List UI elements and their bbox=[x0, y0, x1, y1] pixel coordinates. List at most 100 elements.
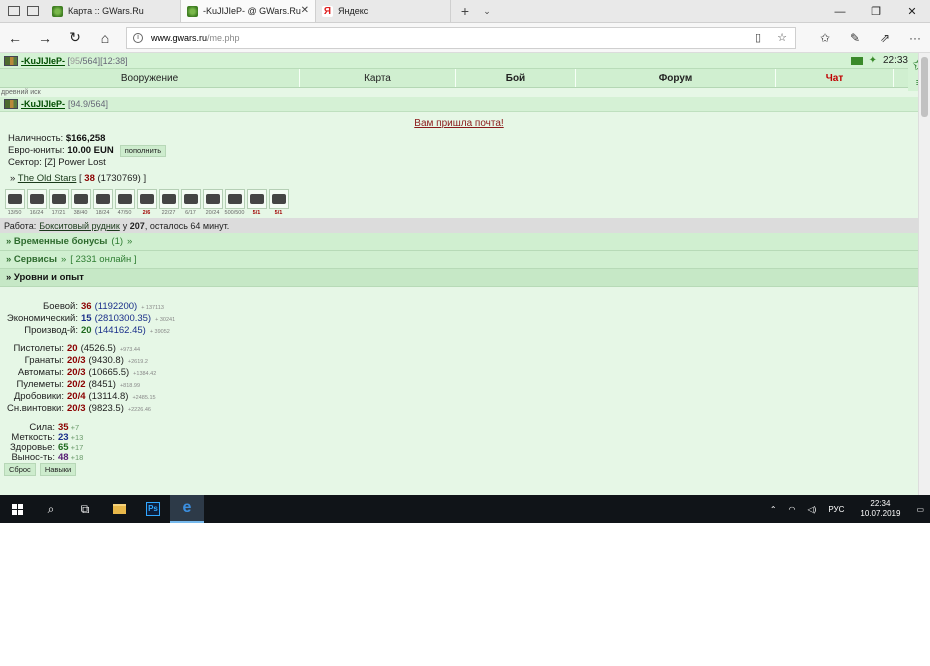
menu-chat[interactable]: Чат bbox=[776, 69, 894, 87]
close-window-icon[interactable]: ✕ bbox=[894, 0, 930, 23]
reading-view-icon[interactable]: ▯ bbox=[751, 31, 765, 44]
leaf-icon: ✦ bbox=[868, 55, 877, 66]
tab-map[interactable]: Карта :: GWars.Ru bbox=[46, 0, 181, 22]
equipment-item[interactable]: 17/21 bbox=[48, 189, 69, 218]
equipment-item[interactable]: 22/27 bbox=[158, 189, 179, 218]
stat-value: 36 bbox=[81, 301, 92, 312]
refresh-icon[interactable]: ↻ bbox=[60, 29, 90, 46]
equipment-item[interactable]: 2/6 bbox=[136, 189, 157, 218]
equipment-item[interactable]: 18/24 bbox=[92, 189, 113, 218]
menu-battle[interactable]: Бой bbox=[456, 69, 576, 87]
share-icon[interactable]: ⇗ bbox=[870, 31, 900, 45]
tab-title: -KuJIJIeP- @ GWars.Ru bbox=[203, 6, 301, 16]
equipment-item[interactable]: 20/24 bbox=[202, 189, 223, 218]
nick-link[interactable]: -KuJIJIeP- bbox=[21, 56, 65, 66]
item-durability: 6/17 bbox=[185, 210, 196, 216]
close-tab-icon[interactable]: ✕ bbox=[301, 5, 309, 16]
scrollbar[interactable] bbox=[918, 53, 930, 495]
skill-row: Сн.винтовки: 20/3 (9823.5) +2226.46 bbox=[2, 403, 151, 414]
levels-section[interactable]: » Уровни и опыт bbox=[0, 269, 918, 287]
favorites-icon[interactable]: ✩ bbox=[810, 31, 840, 45]
url-input[interactable]: i www.gwars.ru/me.php ▯ ☆ bbox=[126, 26, 796, 49]
camo-cloak-icon bbox=[227, 194, 242, 204]
forward-arrow-icon[interactable]: → bbox=[30, 30, 60, 46]
item-slot[interactable] bbox=[114, 189, 135, 209]
restore-icon[interactable]: ❐ bbox=[858, 0, 894, 23]
item-slot[interactable] bbox=[26, 189, 47, 209]
menu-map[interactable]: Карта bbox=[300, 69, 456, 87]
tab-preview-icon[interactable] bbox=[7, 6, 20, 16]
favorite-star-icon[interactable]: ☆ bbox=[775, 31, 789, 44]
chevron-down-icon[interactable]: ⌄ bbox=[477, 0, 497, 22]
volume-icon[interactable]: ◁) bbox=[808, 505, 817, 514]
reset-button[interactable]: Сброс bbox=[4, 463, 36, 476]
menu-forum[interactable]: Форум bbox=[576, 69, 776, 87]
stat-gain: +818.99 bbox=[119, 383, 141, 389]
refill-button[interactable]: пополнить bbox=[119, 144, 167, 157]
info-icon[interactable]: i bbox=[133, 32, 143, 43]
more-icon[interactable]: ··· bbox=[900, 31, 930, 45]
task-view-icon[interactable]: ⧉ bbox=[68, 495, 102, 523]
notifications-icon[interactable]: ▭ bbox=[916, 505, 924, 514]
start-button[interactable] bbox=[0, 495, 34, 523]
phone-icon bbox=[161, 194, 176, 204]
item-slot[interactable] bbox=[202, 189, 223, 209]
back-arrow-icon[interactable]: ← bbox=[0, 30, 30, 46]
search-icon[interactable]: ⌕ bbox=[34, 495, 68, 523]
tab-profile[interactable]: -KuJIJIeP- @ GWars.Ru ✕ bbox=[181, 0, 316, 22]
services-section[interactable]: » Сервисы»[ 2331 онлайн ] bbox=[0, 251, 918, 269]
mail-link[interactable]: Вам пришла почта! bbox=[414, 118, 503, 129]
clan-link[interactable]: The Old Stars bbox=[18, 173, 77, 184]
item-slot[interactable] bbox=[224, 189, 245, 209]
scrollbar-thumb[interactable] bbox=[921, 57, 928, 117]
equipment-item[interactable]: 500/500 bbox=[224, 189, 245, 218]
equipment-item[interactable]: 47/50 bbox=[114, 189, 135, 218]
item-slot[interactable] bbox=[136, 189, 157, 209]
profile-nick[interactable]: -KuJIJIeP- bbox=[21, 99, 65, 109]
equipment-item[interactable]: 16/24 bbox=[26, 189, 47, 218]
pen-icon[interactable]: ✎ bbox=[840, 31, 870, 45]
equipment-item[interactable]: 5/1 bbox=[268, 189, 289, 218]
photoshop-button[interactable]: Ps bbox=[136, 495, 170, 523]
minimize-icon[interactable]: — bbox=[822, 0, 858, 23]
item-slot[interactable] bbox=[92, 189, 113, 209]
stat-bonus: +13 bbox=[70, 433, 84, 442]
item-slot[interactable] bbox=[48, 189, 69, 209]
home-icon[interactable]: ⌂ bbox=[90, 30, 120, 46]
new-tab-icon[interactable]: + bbox=[453, 0, 477, 22]
equipment-item[interactable]: 6/17 bbox=[180, 189, 201, 218]
item-slot[interactable] bbox=[268, 189, 289, 209]
equipment-item[interactable]: 13/50 bbox=[4, 189, 25, 218]
language-indicator[interactable]: РУС bbox=[828, 505, 844, 514]
explorer-button[interactable] bbox=[102, 495, 136, 523]
skill-row: Дробовики: 20/4 (13114.8) +2485.15 bbox=[2, 391, 156, 402]
item-slot[interactable] bbox=[246, 189, 267, 209]
hp-current: 95 bbox=[70, 55, 81, 66]
taskbar: ⌕ ⧉ Ps e ⌃ ◠ ◁) РУС 22:34 10.07.2019 ▭ bbox=[0, 495, 930, 523]
menu-weapons[interactable]: Вооружение bbox=[0, 69, 300, 87]
item-durability: 38/40 bbox=[73, 210, 88, 216]
double-chevron-down-icon[interactable]: » bbox=[61, 254, 66, 265]
stat-bonus: +17 bbox=[70, 443, 84, 452]
work-link[interactable]: Бокситовый рудник bbox=[39, 221, 120, 231]
stat-total: (9823.5) bbox=[88, 403, 124, 414]
equipment-item[interactable]: 5/1 bbox=[246, 189, 267, 218]
back-tabs-icon[interactable] bbox=[26, 6, 39, 16]
item-slot[interactable] bbox=[180, 189, 201, 209]
clock[interactable]: 22:34 10.07.2019 bbox=[860, 499, 900, 519]
equipment-item[interactable]: 38/40 bbox=[70, 189, 91, 218]
item-slot[interactable] bbox=[4, 189, 25, 209]
double-chevron-down-icon[interactable]: » bbox=[127, 236, 132, 247]
stat-label: Автоматы: bbox=[17, 367, 64, 378]
skills-button[interactable]: Навыки bbox=[39, 463, 77, 476]
item-slot[interactable] bbox=[70, 189, 91, 209]
item-slot[interactable] bbox=[158, 189, 179, 209]
bonus-section[interactable]: » Временные бонусы (1) » bbox=[0, 233, 918, 251]
profile-hp: [94.9/564] bbox=[68, 99, 109, 109]
edge-button[interactable]: e bbox=[170, 495, 204, 523]
tray-chevron-icon[interactable]: ⌃ bbox=[770, 505, 777, 514]
wifi-icon[interactable]: ◠ bbox=[789, 505, 796, 514]
stat-label: Производ-й: bbox=[24, 325, 78, 336]
tab-yandex[interactable]: Я Яндекс bbox=[316, 0, 451, 22]
hp-rest: /564][12:38] bbox=[80, 55, 128, 66]
